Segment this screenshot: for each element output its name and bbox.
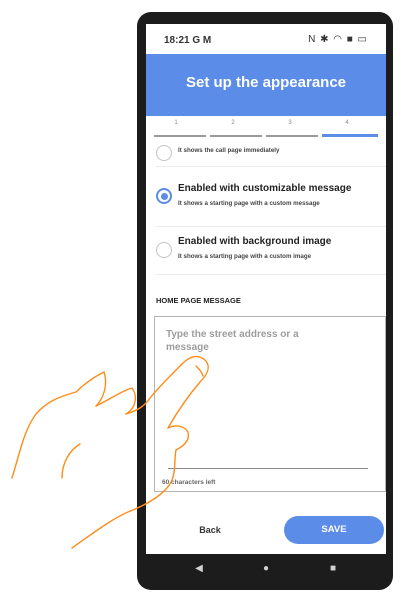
app-header: Set up the appearance	[146, 54, 386, 116]
status-bar: 18:21 G M N ✱ ◠ ■ ▭	[146, 24, 386, 54]
page-title: Set up the appearance	[185, 74, 347, 91]
option-background-image[interactable]: Enabled with background image It shows a…	[146, 230, 386, 274]
radio-background-image[interactable]	[156, 242, 172, 258]
divider	[156, 274, 386, 275]
stepper: 1 2 3 4	[146, 116, 386, 144]
characters-left-counter: 60 characters left	[162, 479, 216, 486]
step-2-number: 2	[231, 120, 235, 126]
nav-back-icon[interactable]: ◀	[184, 560, 214, 578]
message-placeholder: Type the street address or a message	[166, 329, 299, 353]
step-4-number: 4	[345, 120, 349, 126]
app-screen: 18:21 G M N ✱ ◠ ■ ▭ Set up the appearanc…	[146, 24, 386, 584]
step-4-bar	[322, 134, 378, 137]
home-page-message-label: HOME PAGE MESSAGE	[156, 296, 241, 305]
step-2-bar	[210, 135, 262, 137]
android-nav-bar: ◀ ● ■	[146, 554, 386, 584]
step-3-number: 3	[288, 120, 292, 126]
divider	[156, 166, 386, 167]
option-customizable-message[interactable]: Enabled with customizable message It sho…	[146, 176, 386, 220]
option-subtitle: It shows a starting page with a custom i…	[178, 253, 312, 260]
option-title: Enabled with customizable message	[178, 183, 352, 194]
radio-call-page[interactable]	[156, 145, 172, 161]
radio-selected-dot	[161, 193, 168, 200]
divider	[156, 226, 386, 227]
nav-recents-icon[interactable]: ■	[318, 560, 348, 578]
save-button[interactable]: SAVE	[284, 516, 384, 544]
nav-home-icon[interactable]: ●	[251, 560, 281, 578]
back-button[interactable]: Back	[156, 516, 264, 544]
option-subtitle: It shows the call page immediately	[178, 147, 280, 154]
step-1-bar	[154, 135, 206, 137]
option-subtitle: It shows a starting page with a custom m…	[178, 200, 320, 207]
option-title: Enabled with background image	[178, 236, 332, 247]
message-underline	[168, 468, 368, 469]
option-call-page[interactable]: It shows the call page immediately	[146, 142, 386, 168]
step-1-number: 1	[174, 120, 178, 126]
radio-customizable-message[interactable]	[156, 188, 172, 204]
status-time: 18:21 G M	[164, 35, 212, 46]
status-icons: N ✱ ◠ ■ ▭	[308, 34, 368, 45]
step-3-bar	[266, 135, 318, 137]
